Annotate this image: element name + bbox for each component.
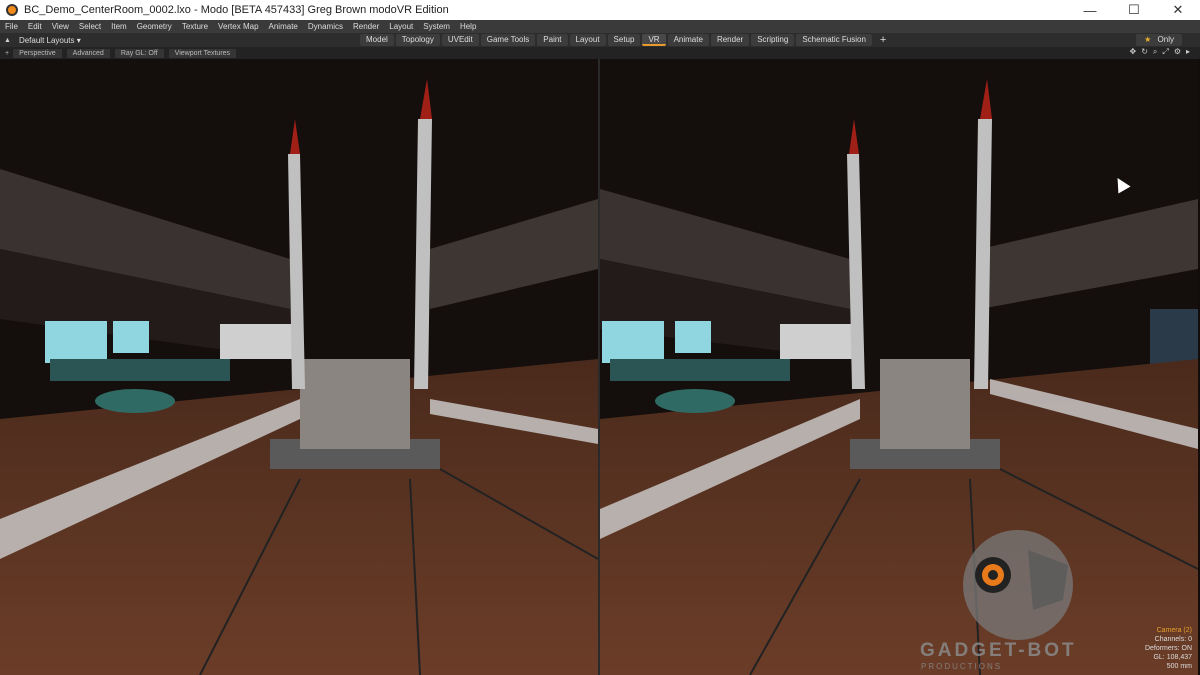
gear-icon[interactable]: ⚙	[1174, 47, 1181, 57]
scene-render-right	[600, 59, 1198, 675]
watermark-title: GADGET-BOT	[920, 640, 1077, 661]
menu-item[interactable]: Item	[106, 22, 132, 31]
layout-dropdown-label: Default Layouts ▾	[18, 35, 81, 45]
arrow-right-icon[interactable]: ▸	[1186, 47, 1190, 57]
layout-toolbar: ▲ Default Layouts ▾ Model Topology UVEdi…	[0, 33, 1200, 47]
maximize-button[interactable]: ☐	[1112, 0, 1156, 20]
hud-channels: Channels: 0	[1154, 636, 1192, 643]
menu-animate[interactable]: Animate	[264, 22, 303, 31]
hud-gl: GL: 108,437	[1153, 654, 1192, 661]
maximize-viewport-icon[interactable]: ⤢	[1162, 47, 1168, 57]
tab-game-tools[interactable]: Game Tools	[480, 34, 536, 46]
tab-topology[interactable]: Topology	[395, 34, 440, 46]
scene-render-left	[0, 59, 598, 675]
hud-size: 500 mm	[1166, 663, 1192, 670]
menu-render[interactable]: Render	[348, 22, 384, 31]
menu-help[interactable]: Help	[455, 22, 481, 31]
menu-bar: File Edit View Select Item Geometry Text…	[0, 20, 1200, 33]
tab-scripting[interactable]: Scripting	[751, 34, 795, 46]
menu-geometry[interactable]: Geometry	[132, 22, 177, 31]
tab-uvedit[interactable]: UVEdit	[441, 34, 479, 46]
viewport-hud: Camera (2) Channels: 0 Deformers: ON GL:…	[1145, 626, 1192, 671]
move-icon[interactable]: ✥	[1130, 47, 1137, 57]
menu-edit[interactable]: Edit	[23, 22, 47, 31]
only-toggle[interactable]: ★ Only	[1136, 34, 1182, 46]
menu-dynamics[interactable]: Dynamics	[303, 22, 348, 31]
advanced-button[interactable]: Advanced	[66, 48, 110, 58]
viewport-textures-button[interactable]: Viewport Textures	[168, 48, 237, 58]
menu-layout[interactable]: Layout	[384, 22, 418, 31]
only-label: Only	[1157, 35, 1174, 44]
menu-texture[interactable]: Texture	[177, 22, 213, 31]
star-icon: ★	[1144, 35, 1152, 44]
tab-setup[interactable]: Setup	[607, 34, 641, 46]
viewport-plus-icon[interactable]: +	[5, 50, 9, 57]
left-eye-view	[0, 59, 598, 675]
watermark-subtitle: PRODUCTIONS	[921, 662, 1003, 671]
tab-schematic-fusion[interactable]: Schematic Fusion	[796, 34, 872, 46]
minimize-button[interactable]: —	[1068, 0, 1112, 20]
menu-vertex-map[interactable]: Vertex Map	[213, 22, 263, 31]
menu-view[interactable]: View	[47, 22, 74, 31]
menu-select[interactable]: Select	[74, 22, 106, 31]
right-eye-view	[600, 59, 1198, 675]
menu-system[interactable]: System	[418, 22, 455, 31]
zoom-icon[interactable]: ⌕	[1153, 47, 1157, 57]
viewport-toolbar: + Perspective Advanced Ray GL: Off Viewp…	[0, 47, 1200, 59]
add-tab-button[interactable]: +	[874, 34, 892, 46]
tab-vr[interactable]: VR	[642, 34, 666, 46]
rotate-icon[interactable]: ↻	[1141, 47, 1148, 57]
title-bar: BC_Demo_CenterRoom_0002.lxo - Modo [BETA…	[0, 0, 1200, 20]
perspective-button[interactable]: Perspective	[13, 48, 62, 58]
layout-selector[interactable]: ▲ Default Layouts ▾	[0, 36, 360, 45]
hud-deformers: Deformers: ON	[1144, 645, 1192, 652]
menu-file[interactable]: File	[0, 22, 23, 31]
modo-app-icon	[6, 4, 18, 16]
close-button[interactable]: ✕	[1156, 0, 1200, 20]
tab-render[interactable]: Render	[710, 34, 750, 46]
hud-camera: Camera (2)	[1156, 627, 1192, 634]
layout-tabs: Model Topology UVEdit Game Tools Paint L…	[360, 33, 892, 47]
ray-gl-button[interactable]: Ray GL: Off	[114, 48, 164, 58]
tab-model[interactable]: Model	[360, 34, 394, 46]
expand-up-icon[interactable]: ▲	[4, 37, 11, 44]
viewport-nav-icons: ✥ ↻ ⌕ ⤢ ⚙ ▸	[1130, 47, 1190, 57]
tab-layout[interactable]: Layout	[569, 34, 606, 46]
tab-paint[interactable]: Paint	[537, 34, 568, 46]
tab-animate[interactable]: Animate	[667, 34, 709, 46]
window-title: BC_Demo_CenterRoom_0002.lxo - Modo [BETA…	[24, 4, 449, 16]
